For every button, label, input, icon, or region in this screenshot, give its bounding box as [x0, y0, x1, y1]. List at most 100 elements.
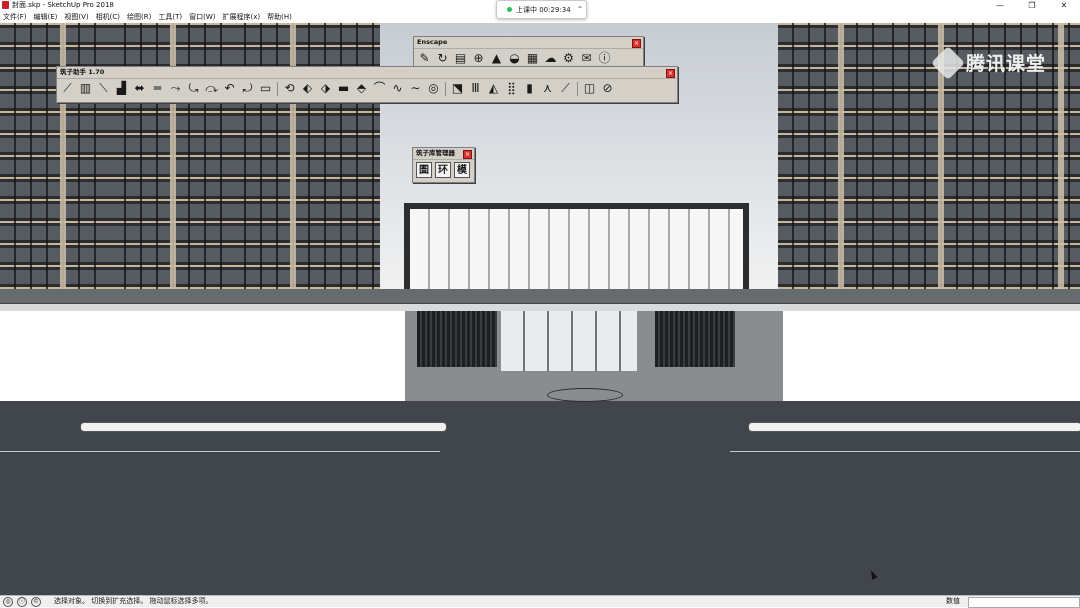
- tencent-logo-icon: [931, 45, 965, 80]
- zhuzi-tool-26-icon[interactable]: ▮: [522, 81, 537, 96]
- window-title: 封面.skp - SketchUp Pro 2018: [12, 1, 114, 9]
- recording-indicator[interactable]: 上课中 00:29:34 ⌃: [496, 0, 587, 19]
- info-icon[interactable]: ⓘ: [597, 51, 612, 66]
- pavilion-glass-facade: [410, 209, 743, 289]
- right-door-panel: [655, 311, 735, 367]
- zhuzi-tool-18-icon[interactable]: ⌒: [372, 81, 387, 96]
- zhuzi-tool-5-icon[interactable]: ⬌: [132, 81, 147, 96]
- menu-view[interactable]: 视图(V): [61, 11, 92, 23]
- left-tower-far: [0, 23, 110, 293]
- refresh-icon[interactable]: ↻: [435, 51, 450, 66]
- zhuzi-tool-28-icon[interactable]: ⟋: [558, 81, 573, 96]
- zhuzi-close-button[interactable]: ×: [666, 69, 675, 78]
- podium-roof: [0, 289, 1080, 303]
- recording-dot-icon: [507, 7, 512, 12]
- library-environment-button[interactable]: 环: [435, 162, 451, 178]
- zhuzi-tool-9-icon[interactable]: ⤼: [204, 81, 219, 96]
- zhuzi-tool-17-icon[interactable]: ⬘: [354, 81, 369, 96]
- model-viewport[interactable]: 腾讯课堂: [0, 23, 1080, 595]
- right-curb: [748, 422, 1080, 432]
- zhuzi-tool-19-icon[interactable]: ∿: [390, 81, 405, 96]
- tencent-classroom-watermark: 腾讯课堂: [931, 45, 1046, 80]
- menu-camera[interactable]: 相机(C): [93, 11, 124, 23]
- zhuzi-tool-6-icon[interactable]: ═: [150, 81, 165, 96]
- left-tower-near: [230, 23, 380, 293]
- entrance-gate: [501, 311, 637, 371]
- zhuzi-tool-22-icon[interactable]: ⬔: [450, 81, 465, 96]
- status-prompt: 选择对象。 切换到扩充选择。 拖动鼠标选择多项。: [54, 597, 213, 605]
- mail-icon[interactable]: ✉: [579, 51, 594, 66]
- zhuzi-tool-21-icon[interactable]: ◎: [426, 81, 441, 96]
- measurement-label: 数值: [946, 597, 960, 605]
- library-component-button[interactable]: 圄: [416, 162, 432, 178]
- add-icon[interactable]: ⊕: [471, 51, 486, 66]
- library-model-button[interactable]: 模: [454, 162, 470, 178]
- zhuzi-tool-13-icon[interactable]: ⟲: [282, 81, 297, 96]
- zhuzi-tool-3-icon[interactable]: ⟍: [96, 81, 111, 96]
- maximize-button[interactable]: ❐: [1016, 0, 1048, 11]
- zhuzi-tool-23-icon[interactable]: Ⅲ: [468, 81, 483, 96]
- zhuzi-tool-4-icon[interactable]: ▟: [114, 81, 129, 96]
- menu-draw[interactable]: 绘图(R): [124, 11, 155, 23]
- menu-edit[interactable]: 编辑(E): [31, 11, 62, 23]
- upload-icon[interactable]: ☁: [543, 51, 558, 66]
- zhuzi-tool-14-icon[interactable]: ⬖: [300, 81, 315, 96]
- zhuzi-toolbar-header[interactable]: 筑子助手 1.70 ×: [57, 67, 677, 79]
- toolbar-separator: [445, 81, 446, 96]
- zhuzi-tool-12-icon[interactable]: ▭: [258, 81, 273, 96]
- zhuzi-tool-24-icon[interactable]: ◭: [486, 81, 501, 96]
- entrance-pavilion: [404, 203, 749, 291]
- library-manager-toolbar[interactable]: 筑子库管理器 × 圄环模: [412, 147, 475, 183]
- watermark-text: 腾讯课堂: [965, 53, 1046, 75]
- zhuzi-tool-25-icon[interactable]: ⣿: [504, 81, 519, 96]
- zhuzi-tool-29-icon[interactable]: ◫: [582, 81, 597, 96]
- chevron-down-icon[interactable]: ⌃: [577, 5, 584, 14]
- enscape-toolbar-title: Enscape: [417, 38, 448, 46]
- toolbar-separator: [277, 81, 278, 96]
- zhuzi-tool-7-icon[interactable]: ⤳: [168, 81, 183, 96]
- status-bar: ◎ ⓘ © 选择对象。 切换到扩充选择。 拖动鼠标选择多项。 数值: [0, 595, 1080, 608]
- material-icon[interactable]: ▦: [525, 51, 540, 66]
- left-curb: [80, 422, 447, 432]
- library-close-button[interactable]: ×: [463, 150, 472, 159]
- measurement-input[interactable]: [968, 597, 1080, 608]
- zhuzi-tool-10-icon[interactable]: ↶: [222, 81, 237, 96]
- zhuzi-tool-16-icon[interactable]: ▬: [336, 81, 351, 96]
- left-lane-line: [0, 451, 440, 452]
- menu-help[interactable]: 帮助(H): [264, 11, 296, 23]
- enscape-close-button[interactable]: ×: [632, 39, 641, 48]
- menu-extensions[interactable]: 扩展程序(x): [219, 11, 264, 23]
- zhuzi-tool-1-icon[interactable]: ⟋: [60, 81, 75, 96]
- sync-icon[interactable]: ▤: [453, 51, 468, 66]
- enscape-start-icon[interactable]: ✎: [417, 51, 432, 66]
- menu-tools[interactable]: 工具(T): [155, 11, 186, 23]
- close-window-button[interactable]: ✕: [1048, 0, 1080, 11]
- zhuzi-tool-8-icon[interactable]: ⤿: [186, 81, 201, 96]
- library-toolbar-header[interactable]: 筑子库管理器 ×: [413, 148, 474, 160]
- sketchup-app-icon[interactable]: [2, 1, 9, 9]
- menu-file[interactable]: 文件(F): [0, 11, 31, 23]
- menu-window[interactable]: 窗口(W): [186, 11, 219, 23]
- sun-icon[interactable]: ◒: [507, 51, 522, 66]
- zhuzi-tool-27-icon[interactable]: ⋏: [540, 81, 555, 96]
- zhuzi-toolbar-title: 筑子助手 1.70: [60, 68, 105, 76]
- zhuzi-tool-row: ⟋ ▥ ⟍ ▟ ⬌ ═ ⤳ ⤿ ⤼ ↶ ⤾ ▭ ⟲ ⬖ ⬗ ▬ ⬘ ⌒ ∿ ∼ ◎ ⬔ Ⅲ ◭ ⣿ ▮ ⋏ ⟋ ◫ ⊘: [57, 79, 677, 98]
- recording-status: 上课中 00:29:34: [516, 5, 571, 14]
- zhuzi-tool-15-icon[interactable]: ⬗: [318, 81, 333, 96]
- zhuzi-tool-2-icon[interactable]: ▥: [78, 81, 93, 96]
- tree-icon[interactable]: ▲: [489, 51, 504, 66]
- minimize-button[interactable]: —: [984, 0, 1016, 11]
- zhuzi-tool-20-icon[interactable]: ∼: [408, 81, 423, 96]
- library-toolbar-title: 筑子库管理器: [416, 149, 455, 157]
- left-tower-mid: [110, 23, 230, 293]
- right-tower-near: [778, 23, 878, 293]
- zhuzi-tool-11-icon[interactable]: ⤾: [240, 81, 255, 96]
- right-lane-line: [730, 451, 1080, 452]
- toolbar-separator: [577, 81, 578, 96]
- library-tool-row: 圄环模: [413, 160, 474, 180]
- window-controls: — ❐ ✕: [984, 0, 1080, 11]
- zhuzi-helper-toolbar[interactable]: 筑子助手 1.70 × ⟋ ▥ ⟍ ▟ ⬌ ═ ⤳ ⤿ ⤼ ↶ ⤾ ▭ ⟲ ⬖ ⬗ ▬ ⬘ ⌒ ∿ ∼ ◎ ⬔ Ⅲ ◭ ⣿ ▮ ⋏ ⟋…: [56, 66, 678, 103]
- enscape-toolbar-header[interactable]: Enscape ×: [414, 37, 643, 49]
- zhuzi-tool-30-icon[interactable]: ⊘: [600, 81, 615, 96]
- settings-icon[interactable]: ⚙: [561, 51, 576, 66]
